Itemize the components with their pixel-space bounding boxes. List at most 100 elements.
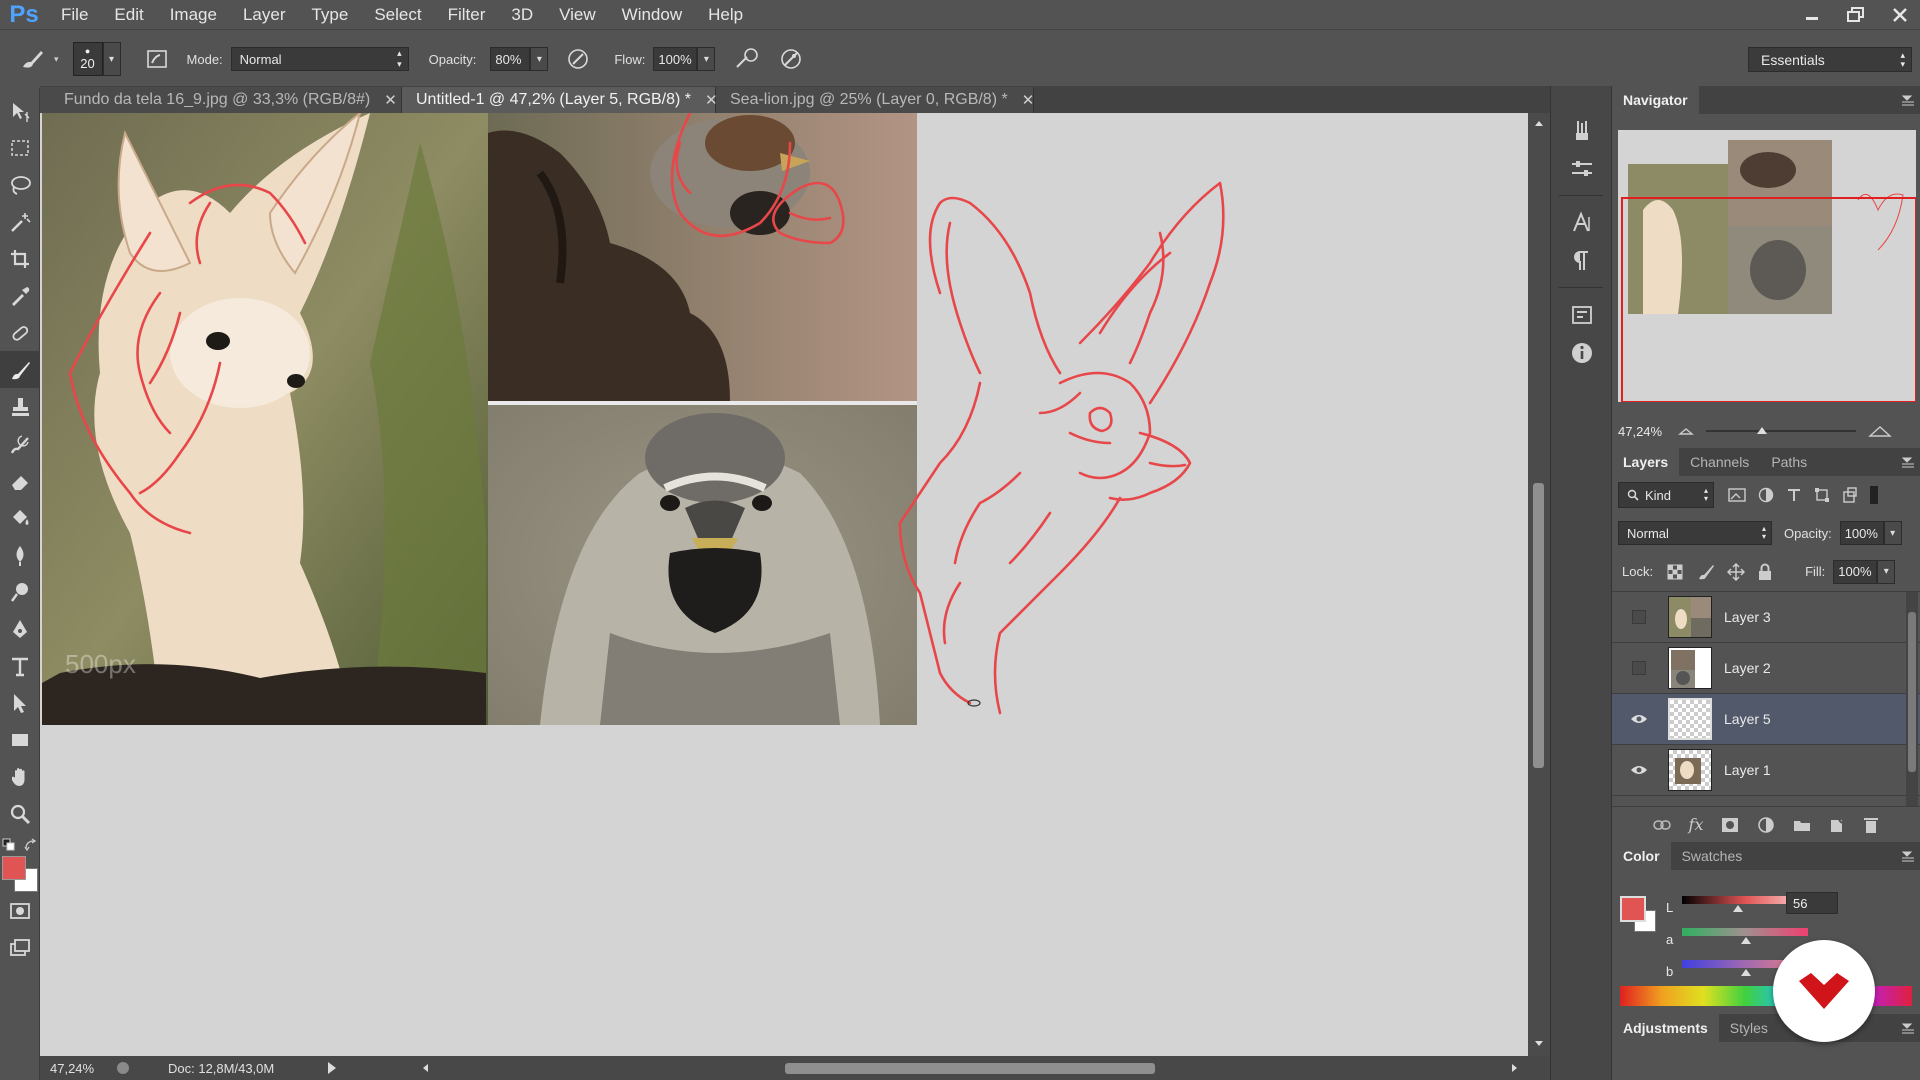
filter-smart-object-icon[interactable] bbox=[1842, 487, 1858, 503]
default-colors-icon[interactable] bbox=[2, 838, 16, 852]
tab-navigator[interactable]: Navigator bbox=[1612, 86, 1699, 114]
magic-wand-icon[interactable] bbox=[0, 203, 40, 240]
panel-menu-icon[interactable] bbox=[1900, 94, 1916, 106]
dodge-tool-icon[interactable] bbox=[0, 573, 40, 610]
blend-mode-select[interactable]: Normal ▴ ▾ bbox=[1618, 521, 1772, 545]
tab-adjustments[interactable]: Adjustments bbox=[1612, 1014, 1719, 1042]
layer-opacity-dropdown[interactable]: ▾ bbox=[1883, 521, 1902, 545]
marquee-tool-icon[interactable] bbox=[0, 129, 40, 166]
horizontal-scroll-thumb[interactable] bbox=[785, 1063, 1155, 1074]
minimize-icon[interactable] bbox=[1800, 5, 1824, 25]
workspace-switcher[interactable]: Essentials ▴ ▾ bbox=[1748, 47, 1912, 72]
lock-transparent-icon[interactable] bbox=[1667, 564, 1683, 580]
opacity-input[interactable]: 80% bbox=[490, 47, 531, 71]
airbrush-icon[interactable] bbox=[733, 45, 761, 73]
tab-layers[interactable]: Layers bbox=[1612, 448, 1680, 476]
brush-tool-icon[interactable] bbox=[0, 351, 40, 388]
menu-layer[interactable]: Layer bbox=[230, 0, 299, 29]
canvas-area[interactable]: 500px bbox=[40, 113, 1540, 1056]
menu-help[interactable]: Help bbox=[695, 0, 756, 29]
brush-tool-preset-icon[interactable] bbox=[18, 45, 46, 73]
screen-mode-icon[interactable] bbox=[0, 929, 40, 966]
fill-dropdown[interactable]: ▾ bbox=[1877, 559, 1896, 584]
history-brush-icon[interactable] bbox=[0, 425, 40, 462]
blur-tool-icon[interactable] bbox=[0, 536, 40, 573]
vertical-scroll-thumb[interactable] bbox=[1533, 483, 1544, 768]
new-group-icon[interactable] bbox=[1793, 818, 1811, 832]
flow-input[interactable]: 100% bbox=[653, 47, 698, 71]
status-zoom[interactable]: 47,24% bbox=[40, 1061, 102, 1076]
status-info-icon[interactable] bbox=[116, 1061, 130, 1075]
tab-color[interactable]: Color bbox=[1612, 842, 1671, 870]
tab-styles[interactable]: Styles bbox=[1719, 1014, 1779, 1042]
layer-row-layer-3[interactable]: Layer 3 bbox=[1612, 592, 1920, 643]
trash-icon[interactable] bbox=[1863, 816, 1879, 834]
brush-size-picker[interactable]: ● 20 bbox=[72, 42, 103, 76]
navigator-thumbnail[interactable] bbox=[1618, 130, 1917, 403]
preset-dropdown-icon[interactable]: ▾ bbox=[54, 54, 59, 65]
pressure-size-icon[interactable] bbox=[777, 45, 805, 73]
lasso-tool-icon[interactable] bbox=[0, 166, 40, 203]
layer-filter-select[interactable]: Kind ▴ ▾ bbox=[1618, 482, 1714, 508]
menu-type[interactable]: Type bbox=[298, 0, 361, 29]
lock-position-icon[interactable] bbox=[1727, 562, 1746, 581]
close-tab-icon[interactable]: ✕ bbox=[384, 91, 397, 109]
path-selection-icon[interactable] bbox=[0, 684, 40, 721]
horizontal-scrollbar[interactable] bbox=[415, 1058, 1525, 1078]
hand-tool-icon[interactable] bbox=[0, 758, 40, 795]
eye-icon[interactable] bbox=[1628, 759, 1650, 781]
eye-icon[interactable] bbox=[1628, 708, 1650, 730]
restore-icon[interactable] bbox=[1844, 5, 1868, 25]
link-layers-icon[interactable] bbox=[1652, 819, 1671, 831]
filter-type-icon[interactable] bbox=[1786, 487, 1802, 503]
flow-dropdown[interactable]: ▾ bbox=[697, 47, 716, 71]
menu-view[interactable]: View bbox=[546, 0, 609, 29]
layer-row-layer-2[interactable]: Layer 2 bbox=[1612, 643, 1920, 694]
foreground-color-swatch[interactable] bbox=[2, 856, 26, 880]
b-slider-handle[interactable] bbox=[1740, 968, 1752, 977]
document-canvas[interactable]: 500px bbox=[40, 113, 1540, 1056]
filter-adjustment-icon[interactable] bbox=[1758, 487, 1774, 503]
tab-paths[interactable]: Paths bbox=[1760, 448, 1818, 476]
add-mask-icon[interactable] bbox=[1721, 817, 1739, 833]
scroll-left-icon[interactable] bbox=[421, 1063, 429, 1073]
info-panel-icon[interactable] bbox=[1562, 334, 1602, 372]
menu-file[interactable]: File bbox=[48, 0, 101, 29]
doc-tab-sealion[interactable]: Sea-lion.jpg @ 25% (Layer 0, RGB/8) * ✕ bbox=[716, 87, 1034, 113]
menu-filter[interactable]: Filter bbox=[435, 0, 499, 29]
quick-mask-icon[interactable] bbox=[0, 892, 40, 929]
layer-row-layer-5[interactable]: Layer 5 bbox=[1612, 694, 1920, 745]
menu-3d[interactable]: 3D bbox=[498, 0, 546, 29]
panel-menu-icon[interactable] bbox=[1900, 850, 1916, 862]
healing-brush-icon[interactable] bbox=[0, 314, 40, 351]
brush-presets-icon[interactable] bbox=[1562, 112, 1602, 150]
brush-panel-toggle-icon[interactable] bbox=[143, 45, 171, 73]
scroll-down-icon[interactable] bbox=[1534, 1040, 1544, 1048]
visibility-toggle-off[interactable] bbox=[1628, 657, 1650, 679]
tab-channels[interactable]: Channels bbox=[1679, 448, 1760, 476]
brush-size-dropdown[interactable]: ▾ bbox=[102, 42, 121, 76]
lock-pixels-icon[interactable] bbox=[1697, 563, 1715, 581]
fx-icon[interactable]: fx bbox=[1689, 815, 1704, 834]
navigator-zoom-value[interactable]: 47,24% bbox=[1618, 424, 1678, 439]
rectangle-tool-icon[interactable] bbox=[0, 721, 40, 758]
type-tool-icon[interactable] bbox=[0, 647, 40, 684]
eraser-icon[interactable] bbox=[0, 462, 40, 499]
l-value-input[interactable]: 56 bbox=[1786, 892, 1838, 914]
doc-tab-fundo[interactable]: Fundo da tela 16_9.jpg @ 33,3% (RGB/8#) … bbox=[40, 87, 402, 113]
panel-menu-icon[interactable] bbox=[1900, 1022, 1916, 1034]
new-layer-icon[interactable] bbox=[1829, 817, 1845, 833]
brush-settings-icon[interactable] bbox=[1562, 150, 1602, 188]
lock-all-icon[interactable] bbox=[1757, 563, 1773, 581]
adjustment-layer-icon[interactable] bbox=[1757, 816, 1775, 834]
opacity-dropdown[interactable]: ▾ bbox=[530, 47, 549, 71]
l-slider-handle[interactable] bbox=[1732, 904, 1744, 913]
layers-scrollbar[interactable] bbox=[1906, 592, 1918, 806]
status-menu-arrow-icon[interactable] bbox=[326, 1061, 338, 1075]
panel-menu-icon[interactable] bbox=[1900, 456, 1916, 468]
pen-tool-icon[interactable] bbox=[0, 610, 40, 647]
navigator-zoom-slider[interactable] bbox=[1706, 426, 1856, 436]
tool-presets-icon[interactable] bbox=[1562, 296, 1602, 334]
close-window-icon[interactable] bbox=[1888, 5, 1912, 25]
zoom-tool-icon[interactable] bbox=[0, 795, 40, 832]
